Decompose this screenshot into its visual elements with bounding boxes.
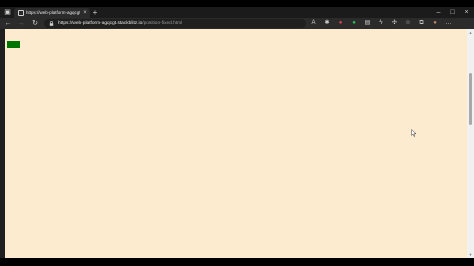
new-tab-button[interactable]: + [91,8,99,17]
mouse-cursor-icon [411,129,417,137]
letterbox-bottom [0,258,474,266]
extension-green-icon[interactable]: ● [351,20,358,27]
page-scrollbar[interactable]: ▲ ▼ [467,29,474,258]
extension-bolt-icon[interactable]: ϟ [378,20,385,27]
browser-window: ▣ https://web-platform-agqcgt.stackblitz… [0,7,474,258]
refresh-button[interactable]: ↻ [30,19,40,28]
lock-icon[interactable] [49,21,54,26]
tab-actions-icon[interactable]: ▣ [3,8,12,17]
minimize-button[interactable]: – [434,8,443,17]
collections-icon[interactable]: ⧉ [418,20,425,27]
browser-tab[interactable]: https://web-platform-agqcgt.stackblitz.i… [14,8,90,18]
read-aloud-icon[interactable]: A [310,20,317,27]
scroll-up-arrow-icon[interactable]: ▲ [468,30,473,35]
letterbox-top [0,0,474,7]
scroll-down-arrow-icon[interactable]: ▼ [468,252,473,257]
menu-ellipsis-icon[interactable]: … [445,20,452,27]
extensions-puzzle-icon[interactable]: ✣ [391,20,398,27]
address-bar[interactable]: https://web-platform-agqcgt.stackblitz.i… [44,19,306,28]
extension-gear-icon[interactable]: ✱ [324,20,331,27]
fixed-position-box [7,41,20,48]
scroll-thumb[interactable] [469,73,472,125]
url-text: https://web-platform-agqcgt.stackblitz.i… [58,19,182,28]
url-path: /position-fixed.html [142,21,183,26]
forward-button[interactable]: → [16,19,26,28]
close-window-button[interactable]: × [462,8,471,17]
favorites-icon[interactable]: ☆ [405,20,412,27]
url-host: https://web-platform-agqcgt.stackblitz.i… [58,21,143,26]
extension-red-icon[interactable]: ● [337,20,344,27]
page-viewport [5,29,467,258]
back-button[interactable]: ← [3,19,13,28]
tab-close-icon[interactable]: × [81,8,89,18]
profile-avatar-icon[interactable]: ● [432,20,439,27]
browser-toolbar: ← → ↻ https://web-platform-agqcgt.stackb… [0,18,474,29]
page-favicon-icon [18,10,24,16]
tab-strip: ▣ https://web-platform-agqcgt.stackblitz… [0,7,474,18]
tab-title: https://web-platform-agqcgt.stackblitz.i… [26,10,80,15]
extension-doc-icon[interactable]: ▤ [364,20,371,27]
maximize-button[interactable]: □ [448,8,457,17]
